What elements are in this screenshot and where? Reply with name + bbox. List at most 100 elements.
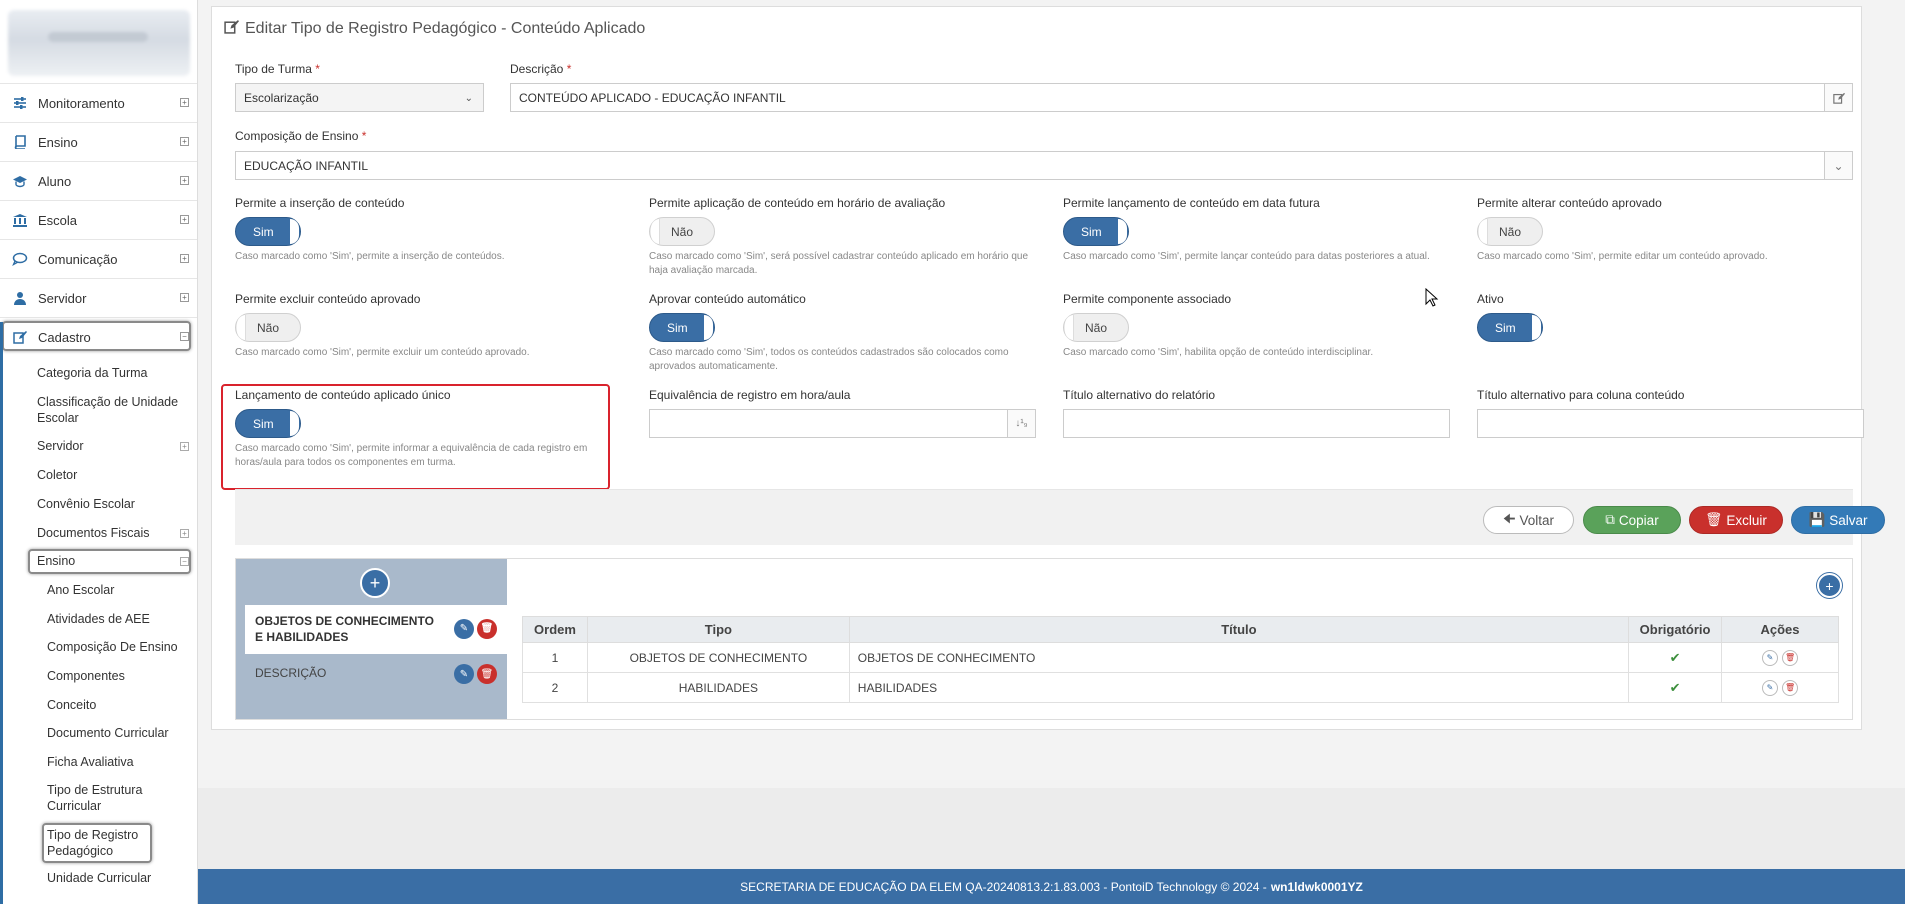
add-section-button[interactable]: + <box>360 568 390 598</box>
sidebar-subitem-categoria-turma[interactable]: Categoria da Turma <box>0 366 147 380</box>
sidebar-subitem-classificacao[interactable]: Classificação de Unidade Escolar <box>0 394 190 426</box>
acoes-cell: ✎ 🗑 <box>1721 642 1839 673</box>
edit-icon[interactable]: ✎ <box>1762 679 1779 696</box>
toggle-label: Permite aplicação de conteúdo em horário… <box>649 196 946 210</box>
toggle-value: Não <box>1499 224 1522 239</box>
sidebar-subitem-tipo-estrutura[interactable]: Tipo de Estrutura Curricular <box>0 782 160 814</box>
descricao-input[interactable]: CONTEÚDO APLICADO - EDUCAÇÃO INFANTIL <box>510 83 1853 112</box>
toggle-data-futura[interactable]: Sim <box>1063 217 1129 246</box>
toggle-ativo[interactable]: Sim <box>1477 313 1543 342</box>
obrigatorio-cell: ✔ <box>1628 672 1723 703</box>
copy-icon: ⧉ <box>1605 512 1615 527</box>
help-text: Caso marcado como 'Sim', permite excluir… <box>235 347 530 358</box>
composicao-select[interactable]: EDUCAÇÃO INFANTIL ⌄ <box>235 151 1853 180</box>
collapse-icon[interactable]: − <box>180 332 189 341</box>
page-title: Editar Tipo de Registro Pedagógico - Con… <box>224 19 645 39</box>
help-text: Caso marcado como 'Sim', será possível c… <box>649 251 1029 276</box>
toggle-insercao-conteudo[interactable]: Sim <box>235 217 301 246</box>
sidebar-item-cadastro[interactable]: Cadastro − <box>0 317 197 356</box>
trash-icon[interactable]: 🗑 <box>477 664 497 684</box>
expand-icon[interactable]: + <box>180 176 189 185</box>
items-table: Ordem Tipo Título Obrigatório Ações 1 OB… <box>522 616 1839 703</box>
trash-icon[interactable]: 🗑 <box>1782 679 1799 696</box>
sidebar-subitem-atividades-aee[interactable]: Atividades de AEE <box>0 612 150 626</box>
sidebar-subitem-composicao-ensino[interactable]: Composição De Ensino <box>0 640 178 654</box>
sidebar-subitem-documento-curricular[interactable]: Documento Curricular <box>0 726 169 740</box>
sidebar-subitem-conceito[interactable]: Conceito <box>0 698 96 712</box>
help-text: Caso marcado como 'Sim', permite informa… <box>235 443 588 468</box>
sidebar-subitem-coletor[interactable]: Coletor <box>0 468 77 482</box>
sidebar-subitem-servidor[interactable]: Servidor + <box>0 439 197 453</box>
descricao-value: CONTEÚDO APLICADO - EDUCAÇÃO INFANTIL <box>519 90 786 105</box>
trash-icon[interactable]: 🗑 <box>1782 649 1799 666</box>
toggle-aprovar-automatico[interactable]: Sim <box>649 313 715 342</box>
toggle-excluir-aprovado[interactable]: Não <box>235 313 301 342</box>
selection-outline <box>2 321 191 351</box>
sidebar-item-ensino[interactable]: Ensino + <box>0 122 197 161</box>
sidebar-subitem-convenio[interactable]: Convênio Escolar <box>0 497 135 511</box>
sidebar-subitem-tipo-registro[interactable]: Tipo de Registro Pedagógico <box>0 827 150 859</box>
edit-icon[interactable]: ✎ <box>1762 649 1779 666</box>
equivalencia-input[interactable]: ↓¹₉ <box>649 409 1036 438</box>
sections-container: + OBJETOS DE CONHECIMENTO E HABILIDADES … <box>235 558 1853 720</box>
sidebar-item-aluno[interactable]: Aluno + <box>0 161 197 200</box>
help-text: Caso marcado como 'Sim', permite editar … <box>1477 251 1768 262</box>
sidebar-subitem-label: Componentes <box>47 669 125 683</box>
sidebar-subitem-ensino[interactable]: Ensino − <box>0 554 197 568</box>
section-item[interactable]: DESCRIÇÃO ✎ 🗑 <box>245 659 507 689</box>
expand-icon[interactable]: + <box>180 215 189 224</box>
salvar-button[interactable]: 💾 Salvar <box>1791 506 1885 534</box>
excluir-button[interactable]: 🗑 Excluir <box>1689 506 1783 534</box>
sliders-icon <box>12 95 28 111</box>
toggle-alterar-aprovado[interactable]: Não <box>1477 217 1543 246</box>
composicao-label: Composição de Ensino * <box>235 129 367 143</box>
sidebar-subitem-documentos-fiscais[interactable]: Documentos Fiscais + <box>0 526 197 540</box>
chevron-down-icon[interactable]: ⌄ <box>1824 152 1852 179</box>
help-text: Caso marcado como 'Sim', todos os conteú… <box>649 347 1009 372</box>
toggle-horario-avaliacao[interactable]: Não <box>649 217 715 246</box>
expand-icon[interactable]: + <box>180 137 189 146</box>
titulo-relatorio-input[interactable] <box>1063 409 1450 438</box>
copiar-button[interactable]: ⧉ Copiar <box>1583 506 1681 534</box>
expand-icon[interactable]: + <box>180 529 189 538</box>
tipo-turma-value: Escolarização <box>244 90 319 105</box>
sidebar-item-monitoramento[interactable]: Monitoramento + <box>0 83 197 122</box>
edit-icon[interactable] <box>1824 84 1852 111</box>
sidebar-item-comunicacao[interactable]: Comunicação + <box>0 239 197 278</box>
sidebar-subitem-ficha-avaliativa[interactable]: Ficha Avaliativa <box>0 755 134 769</box>
sidebar-item-escola[interactable]: Escola + <box>0 200 197 239</box>
logo <box>8 10 190 76</box>
table-row: 1 OBJETOS DE CONHECIMENTO OBJETOS DE CON… <box>522 642 1839 673</box>
tipo-cell: HABILIDADES <box>586 672 850 703</box>
expand-icon[interactable]: + <box>180 98 189 107</box>
expand-icon[interactable]: + <box>180 254 189 263</box>
add-item-button[interactable]: + <box>1817 573 1842 598</box>
sort-numeric-icon[interactable]: ↓¹₉ <box>1007 410 1035 437</box>
descricao-label: Descrição * <box>510 62 572 76</box>
trash-icon[interactable]: 🗑 <box>477 619 497 639</box>
edit-icon[interactable]: ✎ <box>454 619 474 639</box>
collapse-icon[interactable]: − <box>180 557 189 566</box>
tipo-turma-select[interactable]: Escolarização ⌄ <box>235 83 484 112</box>
toggle-conteudo-unico[interactable]: Sim <box>235 409 301 438</box>
sidebar-item-label: Ensino <box>38 134 78 150</box>
edit-icon[interactable]: ✎ <box>454 664 474 684</box>
titulo-coluna-input[interactable] <box>1477 409 1864 438</box>
expand-icon[interactable]: + <box>180 442 189 451</box>
toggle-label: Permite excluir conteúdo aprovado <box>235 292 421 306</box>
voltar-button[interactable]: 🠈 Voltar <box>1483 506 1574 534</box>
titulo-cell: OBJETOS DE CONHECIMENTO <box>848 642 1630 673</box>
expand-icon[interactable]: + <box>180 293 189 302</box>
sidebar-subitem-unidade-curricular[interactable]: Unidade Curricular <box>0 871 151 885</box>
sidebar-subitem-componentes[interactable]: Componentes <box>0 669 125 683</box>
toggle-componente-associado[interactable]: Não <box>1063 313 1129 342</box>
tipo-turma-label: Tipo de Turma * <box>235 62 320 76</box>
section-item[interactable]: OBJETOS DE CONHECIMENTO E HABILIDADES ✎ … <box>245 605 507 654</box>
sidebar-subitem-label: Tipo de Estrutura Curricular <box>47 783 143 813</box>
toggle-value: Não <box>1085 320 1108 335</box>
toggle-value: Sim <box>253 416 274 431</box>
help-text: Caso marcado como 'Sim', permite lançar … <box>1063 251 1430 262</box>
sidebar-subitem-ano-escolar[interactable]: Ano Escolar <box>0 583 114 597</box>
save-icon: 💾 <box>1808 512 1826 527</box>
sidebar-item-servidor[interactable]: Servidor + <box>0 278 197 317</box>
